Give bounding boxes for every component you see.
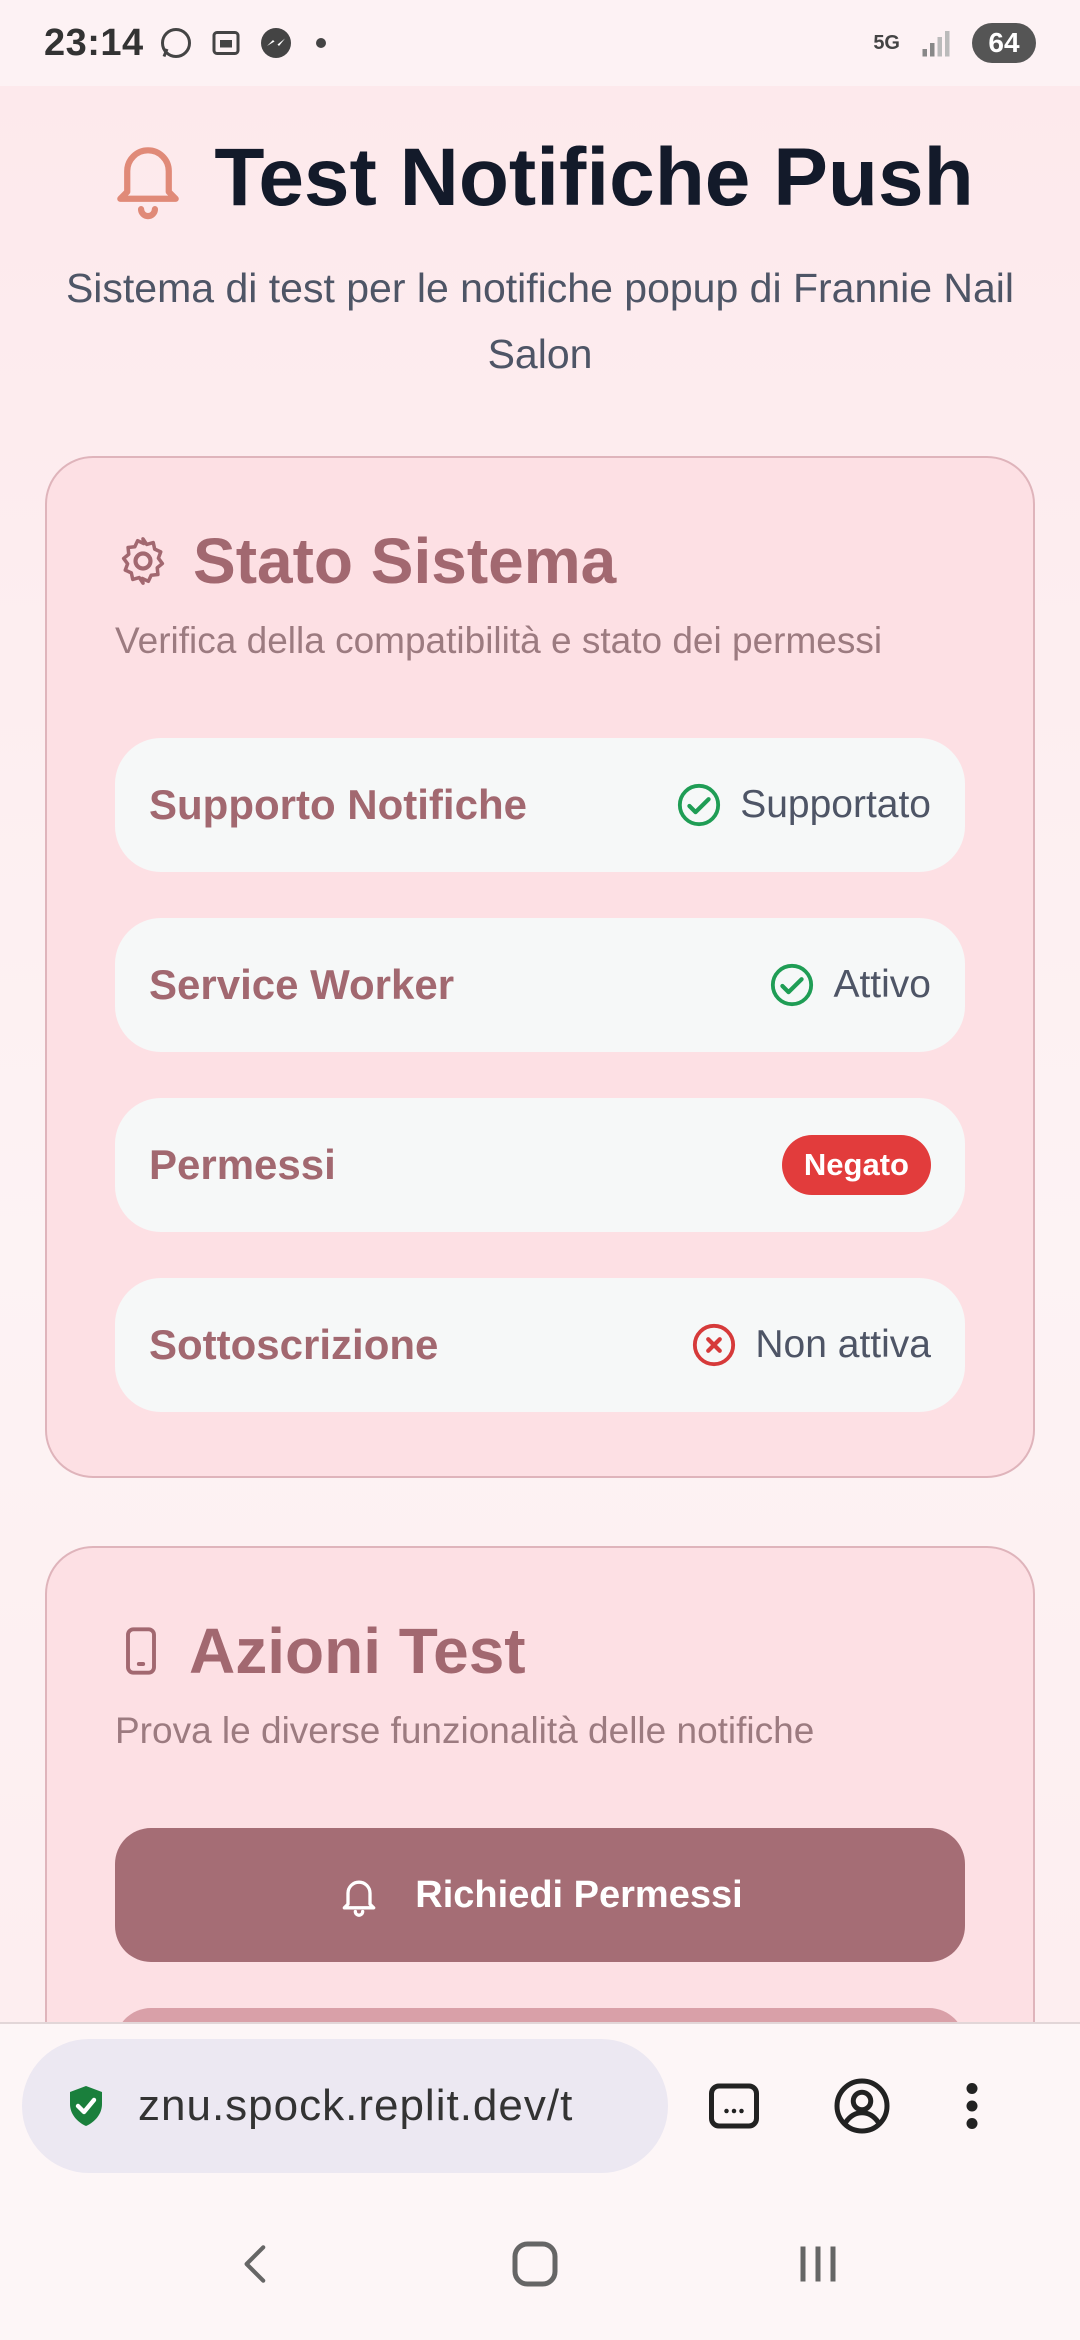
- tabs-icon[interactable]: [704, 2076, 764, 2136]
- page-content: Test Notifiche Push Sistema di test per …: [0, 86, 1080, 2022]
- system-card-description: Verifica della compatibilità e stato dei…: [115, 620, 883, 661]
- status-time: 23:14: [44, 21, 144, 64]
- gear-icon: [121, 537, 165, 585]
- system-card-title: Stato Sistema: [193, 525, 617, 597]
- check-circle-icon: [678, 783, 721, 827]
- status-row-permissions: Permessi Negato: [115, 1098, 965, 1232]
- request-permissions-label: Richiedi Permessi: [415, 1873, 743, 1916]
- status-row-label: Permessi: [149, 1141, 336, 1188]
- actions-card-title: Azioni Test: [189, 1615, 526, 1687]
- actions-card-description: Prova le diverse funzionalità delle noti…: [115, 1710, 815, 1751]
- system-nav-bar: [0, 2188, 1080, 2340]
- more-notifications-dot: [315, 38, 326, 48]
- recents-icon[interactable]: [788, 2234, 848, 2294]
- status-row-notification-support: Supporto Notifiche Supportato: [115, 738, 965, 872]
- status-row-label: Sottoscrizione: [149, 1321, 439, 1368]
- bell-icon: [117, 147, 180, 220]
- status-bar: 23:14 5G 64: [0, 0, 1080, 86]
- secondary-action-button[interactable]: [115, 2008, 965, 2022]
- battery-indicator: 64: [972, 23, 1036, 63]
- secure-shield-icon: [70, 2086, 102, 2126]
- page-subtitle: Sistema di test per le notifiche popup d…: [65, 265, 1015, 377]
- browser-toolbar: znu.spock.replit.dev/t: [0, 2022, 1080, 2188]
- account-icon[interactable]: [832, 2076, 892, 2136]
- status-row-label: Supporto Notifiche: [149, 781, 527, 828]
- check-circle-icon: [771, 963, 814, 1007]
- signal-icon: [922, 31, 950, 57]
- network-label: 5G: [873, 31, 900, 54]
- status-row-value: Attivo: [833, 963, 931, 1006]
- page-header: Test Notifiche Push Sistema di test per …: [0, 86, 1080, 387]
- status-badge-denied: Negato: [781, 1135, 931, 1195]
- status-row-service-worker: Service Worker Attivo: [115, 918, 965, 1052]
- page-title: Test Notifiche Push: [214, 132, 974, 223]
- screenshot-icon: [212, 31, 240, 55]
- status-row-value: Supportato: [740, 783, 931, 826]
- bell-icon: [342, 1880, 376, 1917]
- back-icon[interactable]: [232, 2234, 282, 2294]
- home-icon[interactable]: [505, 2234, 565, 2294]
- address-bar[interactable]: znu.spock.replit.dev/t: [22, 2039, 668, 2173]
- notification-icons: [158, 25, 326, 61]
- smartphone-icon: [126, 1627, 156, 1675]
- whatsapp-icon: [160, 28, 191, 58]
- status-row-value: Non attiva: [755, 1323, 931, 1366]
- test-actions-card: Azioni Test Prova le diverse funzionalit…: [45, 1546, 1035, 2022]
- status-row-label: Service Worker: [149, 961, 455, 1008]
- request-permissions-button[interactable]: Richiedi Permessi: [115, 1828, 965, 1962]
- more-options-icon[interactable]: [960, 2076, 984, 2136]
- system-status-card: Stato Sistema Verifica della compatibili…: [45, 456, 1035, 1478]
- messenger-icon: [260, 28, 291, 58]
- x-circle-icon: [693, 1323, 736, 1367]
- status-row-subscription: Sottoscrizione Non attiva: [115, 1278, 965, 1412]
- url-text: znu.spock.replit.dev/t: [138, 2081, 574, 2130]
